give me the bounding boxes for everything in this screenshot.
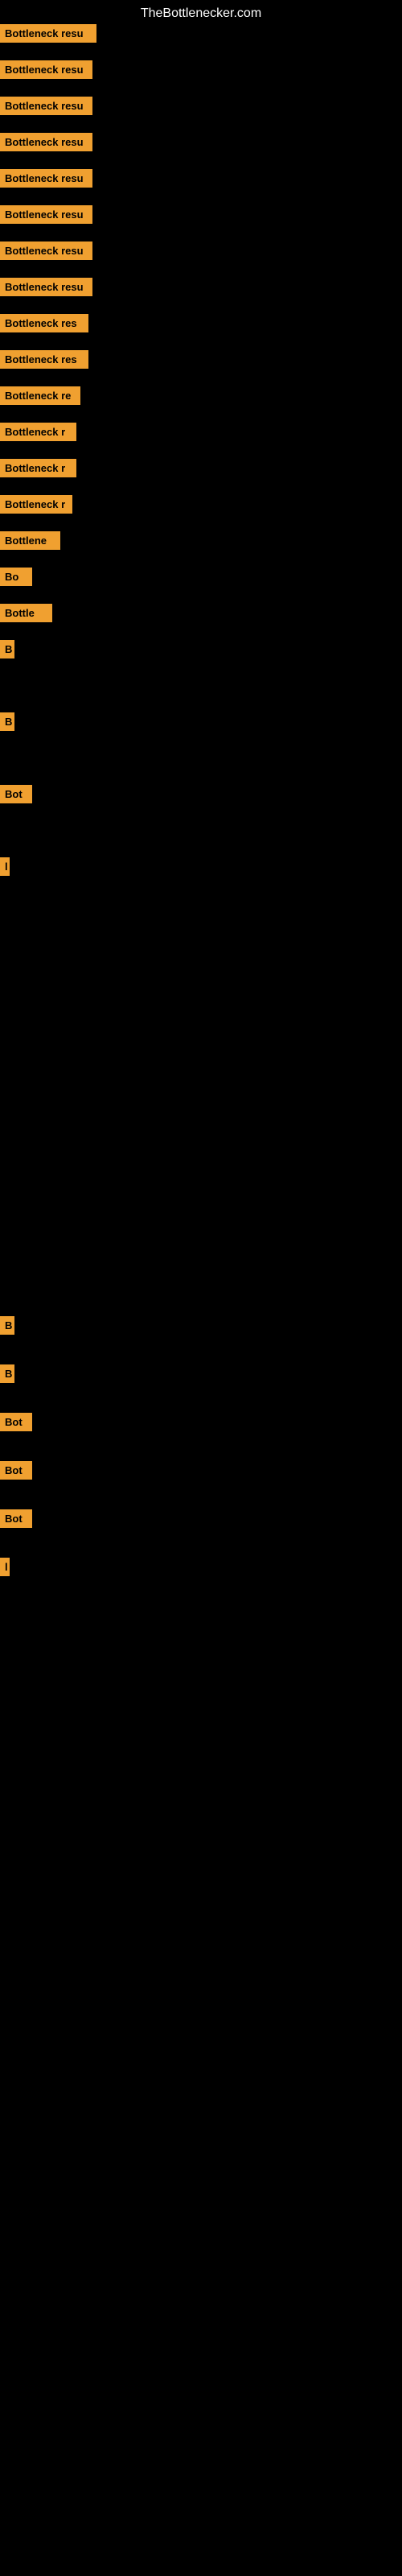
bottleneck-item: Bottleneck res [0, 314, 88, 332]
bottleneck-item: Bottleneck re [0, 386, 80, 405]
bottleneck-item: l [0, 1558, 10, 1576]
bottleneck-item: Bottleneck resu [0, 60, 92, 79]
bottleneck-item: Bottleneck resu [0, 97, 92, 115]
bottleneck-item: Bottlene [0, 531, 60, 550]
bottleneck-item: Bottleneck r [0, 459, 76, 477]
bottleneck-item: Bottleneck resu [0, 169, 92, 188]
bottleneck-item: B [0, 1364, 14, 1383]
bottleneck-item: Bottleneck resu [0, 24, 96, 43]
bottleneck-item: Bottleneck resu [0, 278, 92, 296]
bottleneck-item: Bottleneck r [0, 423, 76, 441]
bottleneck-item: Bo [0, 568, 32, 586]
bottleneck-item: Bottleneck r [0, 495, 72, 514]
bottleneck-item: Bot [0, 1509, 32, 1528]
bottleneck-item: Bottle [0, 604, 52, 622]
bottleneck-item: Bot [0, 785, 32, 803]
bottleneck-item: Bottleneck resu [0, 242, 92, 260]
site-title: TheBottlenecker.com [0, 0, 402, 27]
bottleneck-item: Bot [0, 1413, 32, 1431]
bottleneck-item: B [0, 640, 14, 658]
bottleneck-item: l [0, 857, 10, 876]
bottleneck-item: Bottleneck res [0, 350, 88, 369]
bottleneck-item: Bottleneck resu [0, 205, 92, 224]
bottleneck-item: B [0, 1316, 14, 1335]
bottleneck-item: Bot [0, 1461, 32, 1480]
bottleneck-item: Bottleneck resu [0, 133, 92, 151]
bottleneck-item: B [0, 712, 14, 731]
